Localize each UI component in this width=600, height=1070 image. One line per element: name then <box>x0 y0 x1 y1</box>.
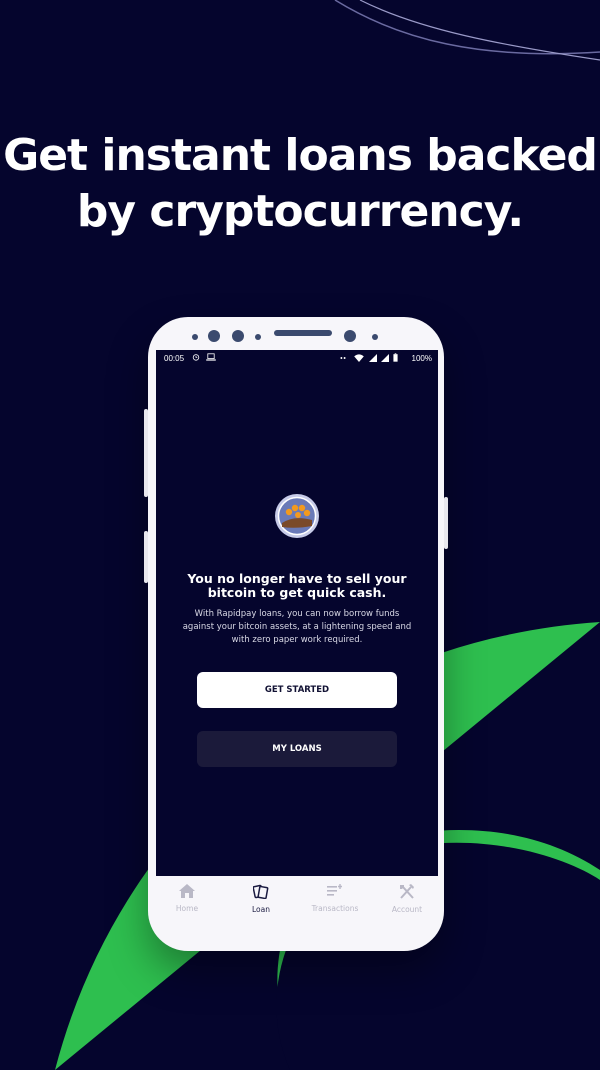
signal-icon <box>368 354 377 362</box>
tab-account[interactable]: Account <box>377 884 437 914</box>
get-started-button[interactable]: GET STARTED <box>197 672 397 708</box>
bitcoin-hand-logo <box>275 494 319 538</box>
status-right-icons <box>339 353 398 364</box>
headline-line-2: by cryptocurrency. <box>76 186 524 237</box>
phone-front-camera <box>208 330 220 342</box>
laptop-icon <box>206 353 217 361</box>
status-battery-text: 100% <box>411 354 432 363</box>
tools-icon <box>400 884 414 899</box>
phone-sensor-dot <box>232 330 244 342</box>
tab-loan[interactable]: Loan <box>231 884 291 914</box>
headline: Get instant loans backed by cryptocurren… <box>0 128 600 240</box>
tab-home-label: Home <box>175 904 199 913</box>
phone-sensor-dot <box>372 334 378 340</box>
status-left-icons <box>192 353 217 363</box>
tab-transactions-label: Transactions <box>311 904 359 913</box>
wifi-icon <box>354 354 365 362</box>
my-loans-button[interactable]: MY LOANS <box>197 731 397 767</box>
phone-speaker <box>274 330 332 336</box>
screen-title: You no longer have to sell your bitcoin … <box>187 571 407 600</box>
loan-cards-icon <box>253 884 269 899</box>
status-bar: 00:05 100% <box>156 350 438 366</box>
phone-power-button <box>444 497 448 549</box>
transactions-list-icon <box>327 884 342 896</box>
tab-home[interactable]: Home <box>157 884 217 913</box>
phone-front-camera <box>344 330 356 342</box>
headline-line-1: Get instant loans backed <box>3 130 598 181</box>
app-screen: 00:05 100% You no longer have to sell yo… <box>156 350 438 876</box>
battery-icon <box>393 353 398 362</box>
bottom-tab-bar: Home Loan Transactions Account <box>148 876 444 926</box>
alarm-icon <box>192 354 200 361</box>
phone-volume-button <box>144 409 148 497</box>
signal-icon <box>380 354 389 362</box>
screen-description: With Rapidpay loans, you can now borrow … <box>182 609 412 645</box>
tab-loan-label: Loan <box>252 905 270 914</box>
status-time: 00:05 <box>164 354 185 363</box>
decorative-lines <box>334 0 600 55</box>
tab-transactions[interactable]: Transactions <box>305 884 365 913</box>
phone-side-button <box>144 531 148 583</box>
tab-account-label: Account <box>391 905 423 914</box>
phone-sensor-dot <box>192 334 198 340</box>
dots-icon <box>340 357 346 359</box>
phone-sensor-dot <box>255 334 261 340</box>
home-icon <box>179 884 195 898</box>
phone-mockup: 00:05 100% You no longer have to sell yo… <box>144 317 448 951</box>
